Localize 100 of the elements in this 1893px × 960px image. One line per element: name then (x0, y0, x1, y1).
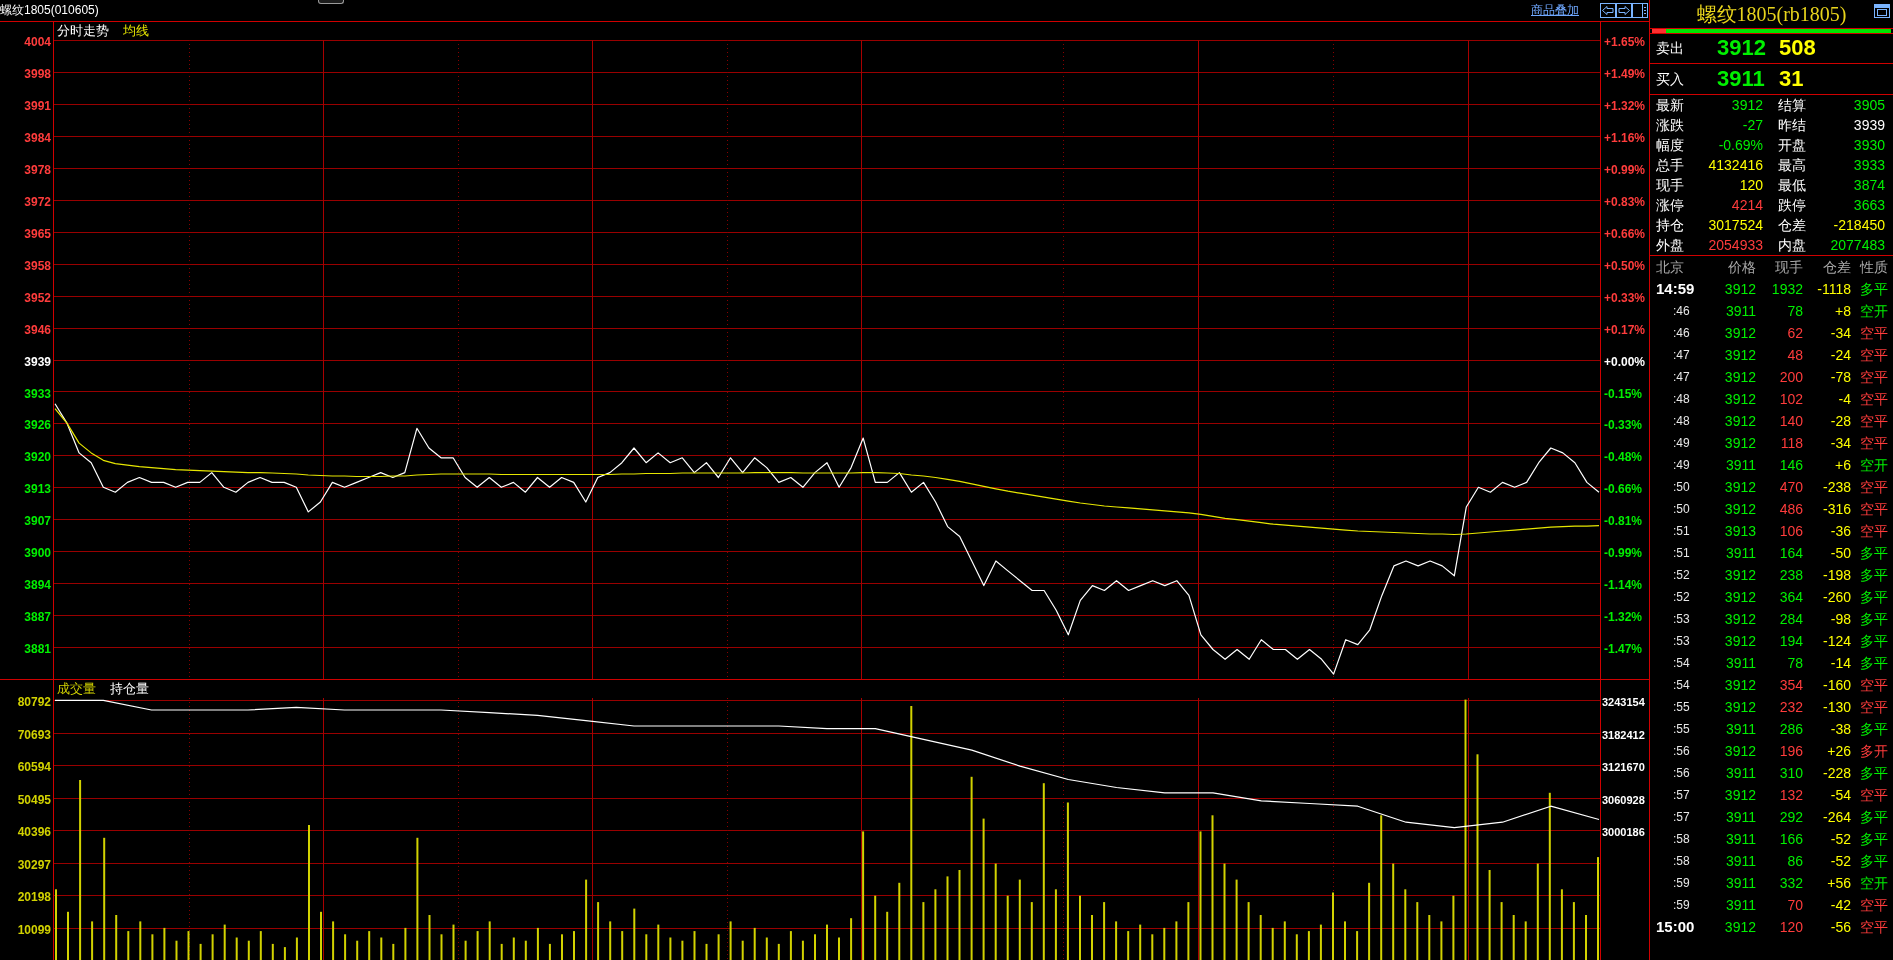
trade-volume: 140 (1778, 412, 1803, 430)
bar (476, 931, 479, 960)
bar (1235, 879, 1238, 960)
trade-time: :56 (1672, 743, 1691, 759)
stat-label: 总手 (1656, 156, 1685, 174)
stat-value: 3912 (1730, 96, 1763, 114)
split-panel-icon[interactable] (1632, 3, 1648, 18)
bar (440, 934, 443, 960)
trade-volume: 354 (1778, 676, 1803, 694)
stat-label: 幅度 (1656, 136, 1685, 154)
position-change: -160 (1821, 676, 1851, 694)
trade-time: :46 (1672, 303, 1691, 319)
bar (548, 943, 551, 960)
trade-type: 空平 (1859, 478, 1888, 496)
book-volume: 508 (1779, 35, 1816, 62)
bar (1404, 889, 1407, 960)
position-change: -34 (1829, 434, 1851, 452)
trade-type: 多平 (1859, 720, 1888, 738)
trade-price: 3911 (1724, 830, 1756, 848)
trade-type: 多平 (1859, 852, 1888, 870)
trade-type: 多平 (1859, 280, 1888, 298)
left-arrow-icon[interactable] (1600, 3, 1616, 18)
axis-label: 3121670 (1602, 760, 1645, 775)
bar (1283, 921, 1286, 960)
position-change: +26 (1826, 742, 1851, 760)
axis-label: 3000186 (1602, 825, 1645, 840)
bar (1079, 895, 1081, 960)
trade-price: 3912 (1723, 478, 1756, 496)
bar (705, 943, 708, 960)
trade-type: 空平 (1859, 698, 1888, 716)
trade-volume: 78 (1786, 654, 1803, 672)
trade-time: :55 (1672, 721, 1691, 737)
position-change: -78 (1829, 368, 1851, 386)
percent-label: +1.65% (1604, 35, 1646, 49)
percent-label: -1.14% (1604, 578, 1643, 593)
trade-price: 3912 (1723, 434, 1756, 452)
bar (609, 921, 612, 960)
trade-time: :58 (1672, 831, 1691, 847)
trade-price: 3911 (1724, 720, 1756, 738)
stat-value: 3663 (1852, 196, 1885, 214)
bar (645, 934, 648, 960)
trade-price: 3912 (1723, 390, 1756, 408)
bar (633, 908, 636, 960)
bar (561, 934, 563, 960)
percent-label: +1.32% (1604, 98, 1646, 113)
axis-label: 3946 (24, 322, 51, 337)
bar (428, 915, 431, 960)
trade-type: 空平 (1859, 500, 1888, 518)
bar (1006, 895, 1009, 960)
trade-volume: 364 (1778, 588, 1803, 606)
bar (1139, 924, 1142, 960)
trade-type: 空平 (1859, 896, 1888, 914)
bar (729, 921, 732, 960)
trade-price: 3911 (1724, 302, 1756, 320)
axis-label: 3182412 (1602, 727, 1645, 742)
bar (669, 937, 672, 960)
trade-volume: 164 (1778, 544, 1803, 562)
position-change: -50 (1829, 544, 1851, 562)
bar (127, 931, 130, 960)
bar (139, 921, 142, 960)
bar (1560, 889, 1563, 960)
chart-title: 分时走势 (57, 23, 109, 39)
stat-value: 2054933 (1707, 236, 1763, 254)
bar (1392, 863, 1395, 960)
trade-type: 空平 (1859, 522, 1888, 540)
trade-price: 3911 (1724, 764, 1756, 782)
bar (693, 931, 696, 960)
bar (175, 940, 178, 960)
bar (826, 924, 828, 960)
stat-label: 外盘 (1656, 236, 1685, 254)
trade-price: 3912 (1723, 742, 1756, 760)
percent-label: -1.32% (1604, 610, 1643, 625)
position-change: +8 (1834, 302, 1851, 320)
axis-label: 3920 (24, 450, 51, 465)
overlay-link[interactable]: 商品叠加 (1531, 3, 1579, 18)
axis-label: 3998 (24, 67, 51, 81)
trade-type: 空开 (1859, 874, 1888, 892)
bar (717, 934, 720, 960)
drag-handle[interactable] (318, 0, 344, 4)
axis-label: 3952 (24, 290, 51, 305)
window-icon[interactable] (1874, 4, 1890, 18)
trade-time: :52 (1672, 589, 1691, 605)
bar (55, 889, 57, 960)
bar (488, 921, 491, 960)
percent-label: -0.81% (1604, 514, 1643, 529)
position-change: -54 (1829, 786, 1851, 804)
right-arrow-icon[interactable] (1616, 3, 1632, 18)
stat-value: -218450 (1832, 216, 1885, 234)
bar (163, 927, 166, 960)
trade-type: 多平 (1859, 764, 1888, 782)
bar (223, 924, 226, 960)
trade-volume: 238 (1778, 566, 1803, 584)
trade-time: :59 (1672, 875, 1691, 891)
bar (585, 879, 588, 960)
trade-type: 多平 (1859, 632, 1888, 650)
percent-label: +0.50% (1604, 258, 1646, 273)
percent-label: -1.47% (1604, 642, 1643, 656)
bar (777, 943, 780, 960)
trade-type: 空平 (1859, 346, 1888, 364)
trade-time: :48 (1672, 391, 1691, 407)
